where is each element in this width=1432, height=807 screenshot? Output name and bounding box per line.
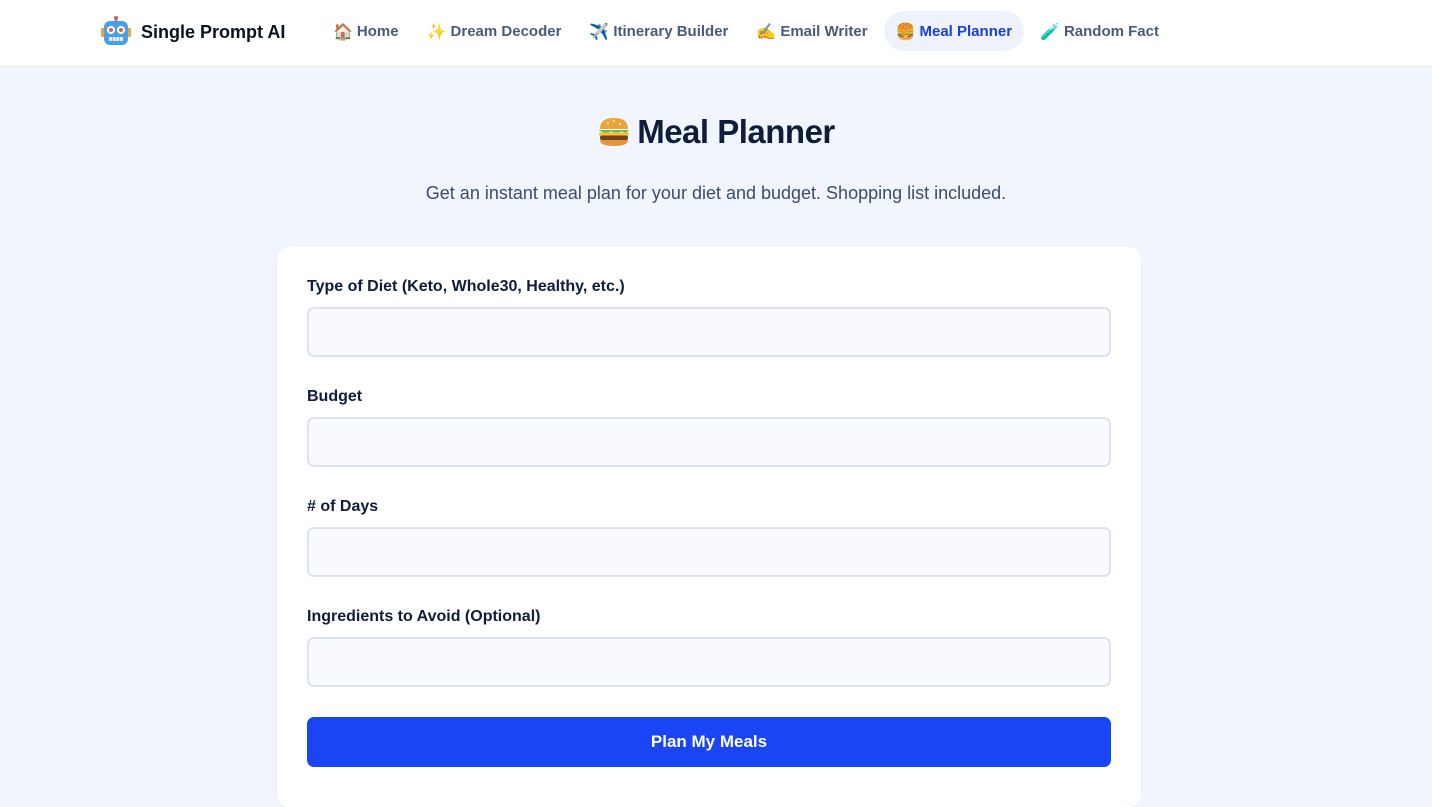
budget-input[interactable]	[307, 417, 1111, 467]
nav-item-itinerary-builder[interactable]: ✈️ Itinerary Builder	[577, 11, 740, 51]
airplane-icon: ✈️	[589, 21, 610, 41]
nav-item-label: Dream Decoder	[450, 22, 562, 40]
brand-name: Single Prompt AI	[141, 21, 286, 42]
days-label: # of Days	[307, 498, 379, 515]
nav-item-label: Meal Planner	[919, 22, 1013, 40]
avoid-label: Ingredients to Avoid (Optional)	[307, 608, 541, 625]
sparkles-icon: ✨	[426, 21, 447, 41]
page-title: Meal Planner	[0, 113, 1432, 151]
writing-hand-icon: ✍️	[756, 21, 777, 41]
nav-item-home[interactable]: 🏠 Home	[321, 11, 411, 51]
nav-item-dream-decoder[interactable]: ✨ Dream Decoder	[415, 11, 574, 51]
nav-item-label: Home	[356, 22, 399, 40]
burger-icon: 🍔	[895, 21, 916, 41]
plan-my-meals-button[interactable]: Plan My Meals	[307, 717, 1111, 767]
main-nav: 🏠 Home ✨ Dream Decoder ✈️ Itinerary Buil…	[321, 11, 1171, 51]
days-input[interactable]	[307, 527, 1111, 577]
top-navbar: Single Prompt AI 🏠 Home ✨ Dream Decoder …	[0, 0, 1432, 67]
brand[interactable]: Single Prompt AI	[100, 15, 285, 49]
meal-planner-form: Type of Diet (Keto, Whole30, Healthy, et…	[277, 247, 1141, 807]
nav-item-email-writer[interactable]: ✍️ Email Writer	[744, 11, 879, 51]
robot-icon	[101, 16, 131, 45]
diet-label: Type of Diet (Keto, Whole30, Healthy, et…	[307, 278, 625, 295]
nav-item-label: Email Writer	[780, 22, 868, 40]
nav-item-label: Random Fact	[1063, 22, 1159, 40]
page-title-text: Meal Planner	[637, 113, 835, 150]
burger-icon	[599, 118, 630, 146]
test-tube-icon: 🧪	[1040, 21, 1060, 41]
avoid-input[interactable]	[307, 637, 1111, 687]
nav-item-random-fact[interactable]: 🧪 Random Fact	[1028, 11, 1171, 51]
home-icon: 🏠	[333, 21, 353, 41]
budget-label: Budget	[307, 388, 363, 405]
nav-item-meal-planner[interactable]: 🍔 Meal Planner	[883, 11, 1025, 51]
page-subtitle: Get an instant meal plan for your diet a…	[425, 183, 1007, 203]
diet-input[interactable]	[307, 307, 1111, 357]
nav-item-label: Itinerary Builder	[613, 22, 729, 40]
